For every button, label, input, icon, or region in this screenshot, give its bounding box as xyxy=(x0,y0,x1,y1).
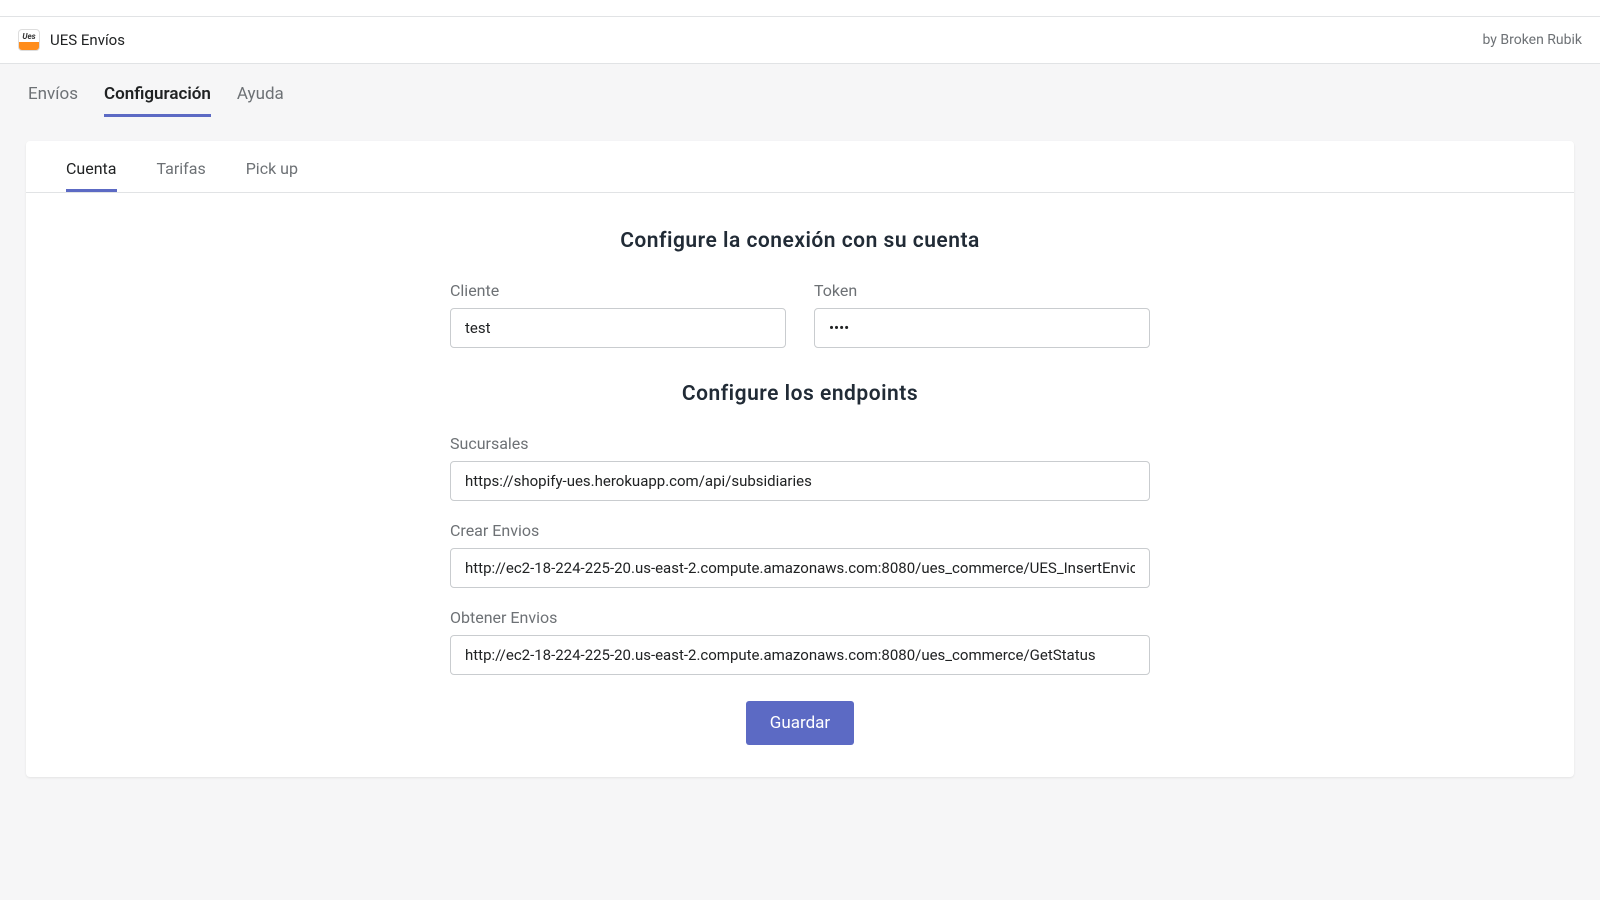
cliente-input[interactable] xyxy=(450,308,786,348)
obtener-input[interactable] xyxy=(450,635,1150,675)
token-label: Token xyxy=(814,281,1150,300)
tab-envios[interactable]: Envíos xyxy=(28,84,78,117)
form-section: Configure la conexión con su cuenta Clie… xyxy=(26,193,1574,777)
main-nav: Envíos Configuración Ayuda xyxy=(0,64,1600,117)
crear-label: Crear Envios xyxy=(450,521,1150,540)
header: UES Envíos by Broken Rubik xyxy=(0,17,1600,64)
sucursales-input[interactable] xyxy=(450,461,1150,501)
sucursales-row: Sucursales xyxy=(66,434,1534,501)
section-title-connection: Configure la conexión con su cuenta xyxy=(66,229,1534,253)
token-group: Token xyxy=(814,281,1150,348)
main-tabs: Envíos Configuración Ayuda xyxy=(28,84,1572,117)
cliente-label: Cliente xyxy=(450,281,786,300)
crear-group: Crear Envios xyxy=(450,521,1150,588)
sub-tabs: Cuenta Tarifas Pick up xyxy=(26,141,1574,193)
token-input[interactable] xyxy=(814,308,1150,348)
ues-logo-icon xyxy=(18,29,40,51)
obtener-group: Obtener Envios xyxy=(450,608,1150,675)
endpoints-section: Configure los endpoints Sucursales Crear… xyxy=(66,382,1534,745)
tab-ayuda[interactable]: Ayuda xyxy=(237,84,284,117)
config-card: Cuenta Tarifas Pick up Configure la cone… xyxy=(26,141,1574,777)
sucursales-label: Sucursales xyxy=(450,434,1150,453)
crear-input[interactable] xyxy=(450,548,1150,588)
subtab-tarifas[interactable]: Tarifas xyxy=(157,141,206,192)
tab-configuracion[interactable]: Configuración xyxy=(104,84,211,117)
obtener-row: Obtener Envios xyxy=(66,608,1534,675)
subtab-cuenta[interactable]: Cuenta xyxy=(66,141,117,192)
crear-row: Crear Envios xyxy=(66,521,1534,588)
credentials-row: Cliente Token xyxy=(66,281,1534,348)
byline-text: by Broken Rubik xyxy=(1483,32,1583,48)
header-left: UES Envíos xyxy=(18,29,125,51)
content-area: Cuenta Tarifas Pick up Configure la cone… xyxy=(0,117,1600,801)
subtab-pickup[interactable]: Pick up xyxy=(246,141,298,192)
cliente-group: Cliente xyxy=(450,281,786,348)
save-button[interactable]: Guardar xyxy=(746,701,854,745)
obtener-label: Obtener Envios xyxy=(450,608,1150,627)
app-title: UES Envíos xyxy=(50,31,125,49)
button-row: Guardar xyxy=(66,701,1534,745)
section-title-endpoints: Configure los endpoints xyxy=(66,382,1534,406)
sucursales-group: Sucursales xyxy=(450,434,1150,501)
top-bar-spacer xyxy=(0,0,1600,17)
